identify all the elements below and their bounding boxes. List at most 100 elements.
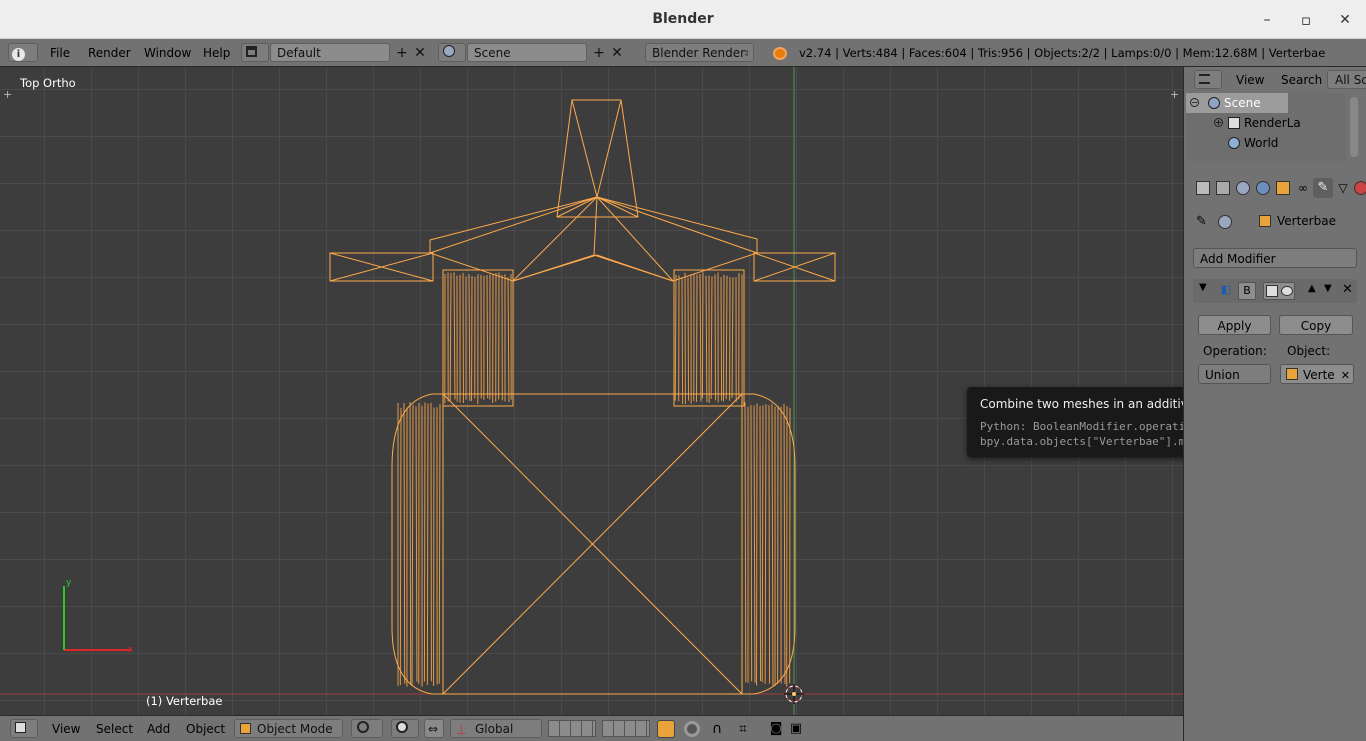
scene-icon (443, 45, 455, 57)
context-object-name: Verterbae (1277, 214, 1336, 228)
copy-button[interactable]: Copy (1279, 315, 1353, 335)
clear-object-icon[interactable]: ✕ (1341, 366, 1350, 386)
pin-icon[interactable]: ✎ (1196, 214, 1207, 229)
render-engine-dropdown[interactable]: Blender Render ⇕ (645, 43, 754, 62)
tree-label-renderlayers: RenderLa (1244, 113, 1301, 133)
mode-label: Object Mode (257, 722, 333, 736)
object-picker-value: Verte (1303, 368, 1335, 382)
view-name-label: Top Ortho (20, 76, 76, 90)
collapse-icon[interactable]: − (1190, 98, 1199, 107)
operation-label: Operation: (1203, 344, 1267, 358)
delete-screen-icon[interactable]: ✕ (411, 44, 429, 62)
viewport-corner-left-icon[interactable]: + (3, 88, 12, 101)
add-modifier-dropdown[interactable]: Add Modifier (1193, 248, 1357, 268)
modifier-name-field[interactable]: B (1238, 282, 1256, 300)
axis-y-label: y (66, 578, 72, 588)
modifier-wrench-tab-icon[interactable]: ✎ (1313, 178, 1333, 198)
minimize-button[interactable]: – (1256, 9, 1278, 31)
tree-label-world: World (1244, 133, 1278, 153)
apply-button[interactable]: Apply (1198, 315, 1271, 335)
object-cube-icon (1286, 368, 1298, 380)
modifier-visibility-toggles[interactable] (1263, 282, 1295, 300)
scene-tab-icon[interactable] (1236, 181, 1250, 195)
tree-item-world[interactable]: World (1186, 133, 1346, 153)
scene-selector[interactable] (438, 43, 466, 62)
arrows-icon: ⇔ (428, 722, 438, 736)
active-object-label: (1) Verterbae (146, 694, 222, 708)
constraints-tab-icon[interactable]: ∞ (1296, 181, 1310, 195)
menu-select[interactable]: Select (96, 720, 133, 738)
object-field-label: Object: (1287, 344, 1330, 358)
properties-context-tabs: ∞ ✎ ▽ (1184, 175, 1366, 203)
snap-element-icon[interactable]: ⌗ (731, 720, 755, 738)
outliner-menu-search[interactable]: Search (1281, 70, 1322, 90)
menu-object[interactable]: Object (186, 720, 225, 738)
render-toggle-icon[interactable] (1266, 285, 1278, 297)
outliner-scrollbar[interactable] (1350, 97, 1358, 157)
render-clapper-icon[interactable]: ▣ (788, 720, 804, 738)
collapse-triangle-icon[interactable]: ▼ (1199, 282, 1207, 293)
viewport-corner-right-icon[interactable]: + (1170, 88, 1179, 101)
menu-help[interactable]: Help (203, 43, 230, 63)
world-tab-icon[interactable] (1256, 181, 1270, 195)
editor-type-selector[interactable]: i (8, 43, 38, 62)
move-down-icon[interactable]: ▼ (1324, 283, 1332, 294)
object-picker-field[interactable]: Verte ✕ (1280, 364, 1354, 384)
menu-view[interactable]: View (52, 720, 80, 738)
layer-buttons-b[interactable] (602, 720, 650, 737)
delete-scene-icon[interactable]: ✕ (608, 44, 626, 62)
boolean-modifier-header: ▼ ◧ B ▲ ▼ ✕ (1193, 279, 1357, 303)
shading-dropdown[interactable] (351, 719, 383, 738)
mode-dropdown[interactable]: Object Mode (234, 719, 343, 738)
menu-add[interactable]: Add (147, 720, 170, 738)
lock-camera-icon[interactable] (657, 720, 675, 738)
axis-gizmo (64, 586, 130, 650)
orientation-dropdown[interactable]: ⊥ Global (450, 719, 542, 738)
scene-tree-icon (1208, 97, 1220, 109)
scene-statistics: v2.74 | Verts:484 | Faces:604 | Tris:956… (799, 43, 1325, 63)
window-title: Blender (0, 11, 1366, 27)
remove-modifier-icon[interactable]: ✕ (1342, 282, 1353, 297)
scene-field[interactable]: Scene (467, 43, 587, 62)
render-engine-label: Blender Render (652, 46, 745, 60)
outliner-filter-dropdown[interactable]: All Sc (1327, 70, 1366, 89)
add-scene-icon[interactable]: + (590, 44, 608, 62)
operation-dropdown[interactable]: Union (1198, 364, 1271, 384)
tree-item-scene[interactable]: − Scene (1186, 93, 1288, 113)
renderlayer-icon (1228, 117, 1240, 129)
wireframe-shading-icon (357, 721, 369, 733)
view-editor-type-selector[interactable] (10, 719, 38, 738)
screen-layout-selector[interactable] (241, 43, 269, 62)
pivot-dropdown[interactable] (391, 719, 419, 738)
screen-layout-field[interactable]: Default (270, 43, 390, 62)
menu-render[interactable]: Render (88, 43, 131, 63)
viewport-eye-icon[interactable] (1281, 286, 1293, 296)
render-tab-icon[interactable] (1196, 181, 1210, 195)
object-tab-icon[interactable] (1276, 181, 1290, 195)
snap-magnet-icon[interactable]: ∩ (708, 720, 726, 738)
tree-item-renderlayers[interactable]: + RenderLa (1186, 113, 1346, 133)
tree-label-scene: Scene (1224, 93, 1261, 113)
material-tab-icon[interactable] (1354, 181, 1366, 195)
add-modifier-label: Add Modifier (1200, 252, 1276, 266)
properties-editor: ∞ ✎ ▽ ✎ Verterbae Add Modifier ▼ ◧ B ▲ ▼… (1184, 175, 1366, 741)
menu-file[interactable]: File (50, 43, 70, 63)
renderlayers-tab-icon[interactable] (1216, 181, 1230, 195)
outliner-menu-view[interactable]: View (1236, 70, 1264, 90)
manipulator-toggle[interactable]: ⇔ (424, 719, 444, 738)
add-screen-icon[interactable]: + (393, 44, 411, 62)
data-tab-icon[interactable]: ▽ (1336, 181, 1350, 195)
maximize-button[interactable]: ▫ (1295, 9, 1317, 31)
3d-cursor-icon (784, 684, 804, 704)
cube-view-icon (15, 722, 26, 733)
layout-icon (246, 46, 257, 57)
move-up-icon[interactable]: ▲ (1308, 283, 1316, 294)
menu-window[interactable]: Window (144, 43, 191, 63)
expand-icon[interactable]: + (1214, 118, 1223, 127)
layer-buttons-a[interactable] (548, 720, 596, 737)
proportional-edit-icon[interactable] (684, 721, 700, 737)
outliner-editor-selector[interactable] (1194, 70, 1222, 89)
render-camera-icon[interactable]: ◙ (768, 720, 784, 738)
close-window-button[interactable]: ✕ (1334, 9, 1356, 31)
window-titlebar: Blender – ▫ ✕ (0, 0, 1366, 39)
